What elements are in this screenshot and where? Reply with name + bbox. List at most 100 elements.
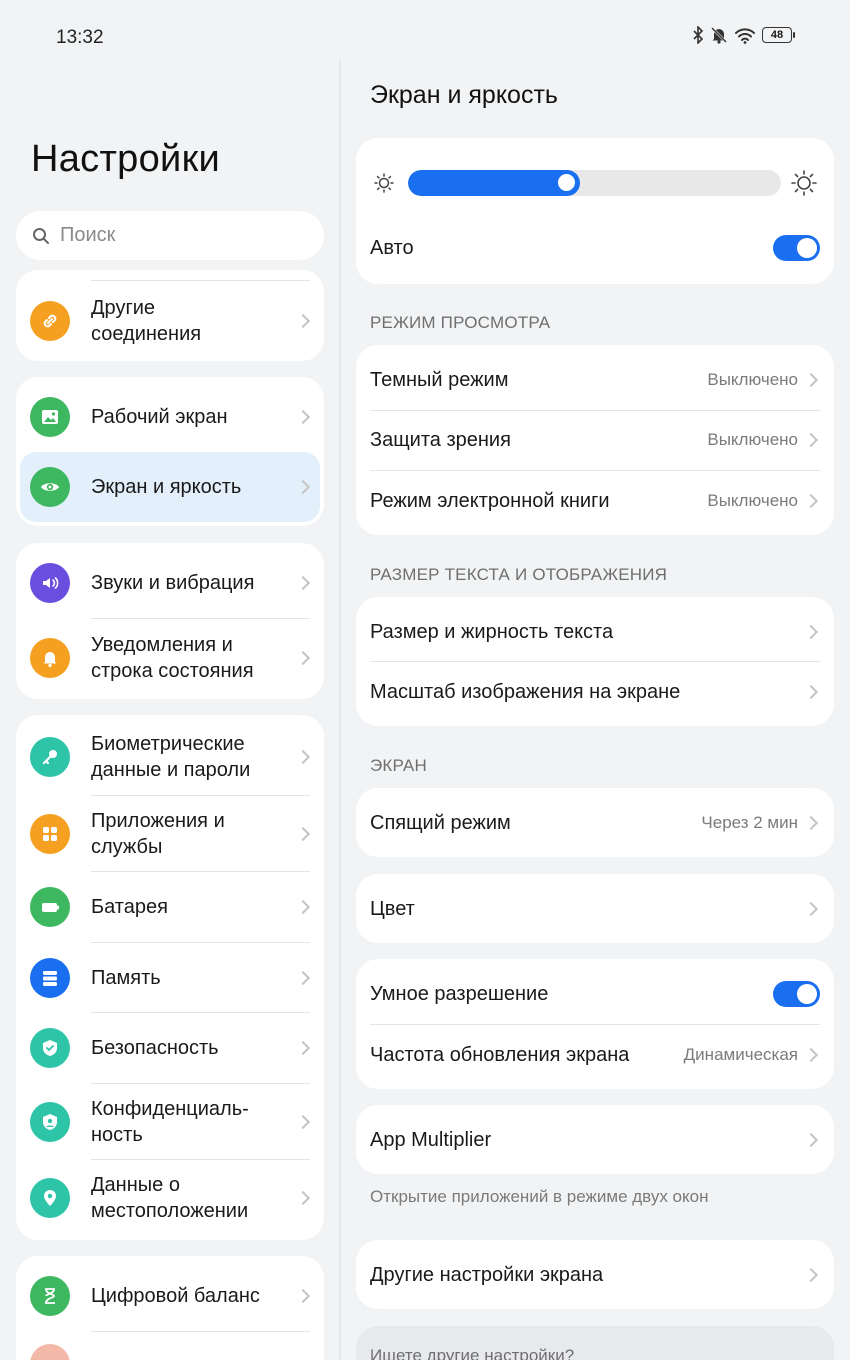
text-size-label: Размер и жирность текста [370, 620, 614, 643]
sidebar-item-label: Конфиденциаль-ность [91, 1098, 249, 1146]
apps-icon [30, 814, 70, 854]
sleep-row[interactable]: Спящий режим Через 2 мин [356, 793, 834, 853]
sidebar-item-privacy[interactable]: Конфиденциаль-ность [16, 1084, 324, 1160]
speaker-icon [30, 563, 70, 603]
chevron-right-icon [803, 1047, 819, 1063]
sidebar-item-storage[interactable]: Память [16, 943, 324, 1013]
chevron-right-icon [295, 899, 311, 915]
sidebar-item-label: Безопасность [91, 1037, 219, 1059]
app-icon-partial [30, 1344, 70, 1360]
smart-resolution-label: Умное разрешение [370, 982, 549, 1005]
refresh-rate-value: Динамическая [683, 1045, 798, 1064]
color-label: Цвет [370, 897, 415, 920]
auto-brightness-toggle[interactable] [773, 235, 820, 261]
chevron-right-icon [295, 650, 311, 666]
storage-icon [30, 958, 70, 998]
sidebar-item-label: Экран и яркость [91, 476, 242, 498]
sleep-card: Спящий режим Через 2 мин [356, 788, 834, 857]
brightness-high-icon [791, 170, 817, 196]
app-multiplier-note: Открытие приложений в режиме двух окон [370, 1187, 709, 1206]
sidebar-item-location[interactable]: Данные о местоположении [16, 1160, 324, 1236]
sidebar-item-label: Уведомления и строка состояния [91, 634, 254, 682]
eye-comfort-row[interactable]: Защита зрения Выключено [356, 410, 834, 470]
brightness-slider[interactable] [408, 170, 781, 196]
settings-group-system: Биометрические данные и пароли Приложени… [16, 715, 324, 1240]
other-settings-card: Другие настройки экрана [356, 1240, 834, 1309]
sidebar-item-label: Звуки и вибрация [91, 572, 255, 594]
chevron-right-icon [295, 575, 311, 591]
wifi-icon [735, 28, 755, 44]
search-icon [33, 227, 49, 244]
sidebar-item-biometrics[interactable]: Биометрические данные и пароли [16, 719, 324, 795]
ebook-mode-row[interactable]: Режим электронной книги Выключено [356, 471, 834, 531]
refresh-rate-row[interactable]: Частота обновления экрана Динамическая [356, 1025, 834, 1085]
privacy-icon [30, 1102, 70, 1142]
detail-title: Экран и яркость [370, 81, 558, 109]
chevron-right-icon [803, 372, 819, 388]
chevron-right-icon [803, 1132, 819, 1148]
chevron-right-icon [803, 432, 819, 448]
chevron-right-icon [803, 815, 819, 831]
divider [91, 1331, 310, 1332]
chevron-right-icon [803, 1267, 819, 1283]
dark-mode-label: Темный режим [370, 368, 509, 391]
chevron-right-icon [295, 313, 311, 328]
chevron-right-icon [295, 1040, 311, 1056]
pane-divider [339, 60, 341, 1360]
auto-brightness-label: Авто [370, 236, 414, 259]
app-multiplier-label: App Multiplier [370, 1128, 492, 1151]
other-settings-row[interactable]: Другие настройки экрана [356, 1245, 834, 1305]
brightness-card: Авто [356, 138, 834, 284]
sidebar-item-label: Память [91, 967, 161, 989]
settings-group-wellbeing: Цифровой баланс [16, 1256, 324, 1360]
shield-icon [30, 1028, 70, 1068]
smart-resolution-toggle[interactable] [773, 981, 820, 1007]
ebook-mode-label: Режим электронной книги [370, 489, 610, 512]
sidebar-item-sounds[interactable]: Звуки и вибрация [16, 548, 324, 618]
battery-icon [30, 887, 70, 927]
chevron-right-icon [803, 493, 819, 509]
search-more-card: Ищете другие настройки? [356, 1326, 834, 1360]
text-size-card: Размер и жирность текста Масштаб изображ… [356, 597, 834, 726]
battery-indicator: 48 [762, 27, 795, 43]
sidebar-item-digital-balance[interactable]: Цифровой баланс [16, 1261, 324, 1331]
sidebar-item-notifications[interactable]: Уведомления и строка состояния [16, 619, 324, 697]
sidebar-item-label: Биометрические данные и пароли [91, 733, 251, 781]
display-scale-label: Масштаб изображения на экране [370, 680, 681, 703]
color-row[interactable]: Цвет [356, 879, 834, 939]
smart-resolution-row: Умное разрешение [356, 964, 834, 1024]
sleep-value: Через 2 мин [701, 813, 798, 832]
sidebar-item-security[interactable]: Безопасность [16, 1013, 324, 1083]
sidebar-item-battery[interactable]: Батарея [16, 872, 324, 942]
display-scale-row[interactable]: Масштаб изображения на экране [356, 662, 834, 722]
search-placeholder: Поиск [60, 224, 116, 246]
sidebar-item-apps[interactable]: Приложения и службы [16, 796, 324, 872]
hourglass-icon [30, 1276, 70, 1316]
eye-comfort-label: Защита зрения [370, 428, 511, 451]
sidebar-item-home-screen[interactable]: Рабочий экран [16, 382, 324, 452]
brightness-slider-fill [408, 170, 580, 196]
sidebar-item-display-brightness[interactable]: Экран и яркость [20, 452, 320, 522]
sleep-label: Спящий режим [370, 811, 511, 834]
chevron-right-icon [803, 624, 819, 640]
chevron-right-icon [295, 826, 311, 842]
bell-icon [30, 638, 70, 678]
chevron-right-icon [295, 1190, 311, 1206]
app-multiplier-row[interactable]: App Multiplier [356, 1110, 834, 1170]
image-icon [30, 397, 70, 437]
mute-bell-icon [711, 27, 727, 44]
settings-group-sound: Звуки и вибрация Уведомления и строка со… [16, 543, 324, 699]
search-input[interactable]: Поиск [16, 211, 324, 260]
page-title: Настройки [31, 138, 221, 180]
section-header-text-size: РАЗМЕР ТЕКСТА И ОТОБРАЖЕНИЯ [370, 565, 668, 584]
dark-mode-row[interactable]: Темный режим Выключено [356, 350, 834, 410]
text-size-row[interactable]: Размер и жирность текста [356, 602, 834, 662]
settings-list-pane: Настройки Поиск Другие соединения Рабочи… [0, 0, 339, 1360]
sidebar-item-other-connections[interactable]: Другие соединения [16, 280, 324, 361]
brightness-slider-thumb[interactable] [558, 174, 575, 191]
link-icon [30, 300, 70, 341]
status-icons: 48 [692, 26, 795, 44]
eye-comfort-value: Выключено [707, 430, 798, 449]
chevron-right-icon [803, 684, 819, 700]
settings-group-connections: Другие соединения [16, 270, 324, 361]
